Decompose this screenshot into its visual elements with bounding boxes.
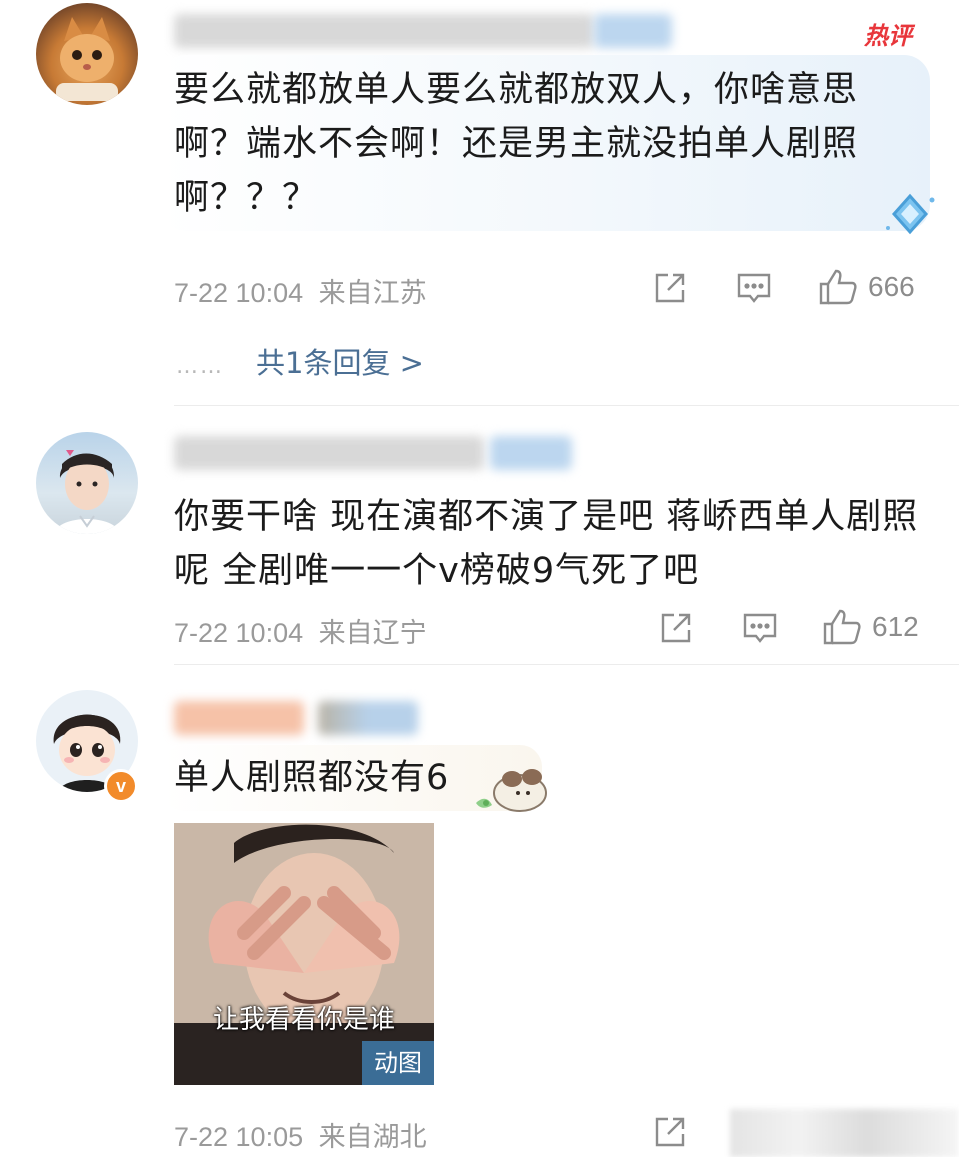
- share-button[interactable]: [652, 270, 688, 306]
- comment-text-line: 单人剧照都没有6: [174, 758, 450, 798]
- username-blurred[interactable]: [174, 14, 594, 48]
- comment-1: 热评 要么就都放单人要么就都放双人，你啥意思 啊？端水不会啊！还是男主就没拍单人…: [0, 0, 959, 405]
- comment-2: 你要干啥 现在演都不演了是吧 蒋峤西单人剧照 呢 全剧唯一一个v榜破9气死了吧 …: [0, 406, 959, 664]
- like-button[interactable]: 612: [822, 608, 919, 646]
- gif-caption: 让我看看你是谁: [212, 1005, 395, 1035]
- sheep-sticker-icon: [466, 763, 558, 827]
- comment-text-line: 要么就都放单人要么就都放双人，你啥意思: [174, 70, 859, 110]
- diamond-badge-icon: [882, 192, 938, 242]
- comment-text-line: 呢 全剧唯一一个v榜破9气死了吧: [174, 551, 700, 591]
- verified-v-icon: v: [104, 769, 138, 803]
- share-button[interactable]: [658, 610, 694, 646]
- comment-text-line: 你要干啥 现在演都不演了是吧 蒋峤西单人剧照: [174, 497, 919, 537]
- avatar-cat[interactable]: [36, 3, 138, 105]
- hot-comment-badge: 热评: [864, 22, 912, 50]
- replies-label: 共1条回复 >: [256, 346, 424, 380]
- blurred-actions-overlay: [730, 1109, 959, 1157]
- username-blurred[interactable]: [174, 436, 484, 470]
- user-badge-blurred: [318, 701, 418, 735]
- gif-tag: 动图: [362, 1041, 434, 1085]
- comment-location: 来自湖北: [318, 1122, 427, 1152]
- share-icon: [661, 613, 691, 643]
- username-blurred[interactable]: [174, 701, 304, 735]
- share-button[interactable]: [652, 1114, 688, 1150]
- comment-time: 7-22 10:05: [174, 1122, 304, 1152]
- reply-button[interactable]: [736, 270, 772, 306]
- share-icon: [655, 273, 685, 303]
- like-button[interactable]: 666: [818, 268, 915, 306]
- comment-3: v 单人剧照都没有6 让我看看你是谁 动图 7-22 10:05 来自湖北: [0, 665, 959, 1157]
- comment-location: 来自江苏: [318, 278, 427, 308]
- like-count: 612: [872, 611, 919, 642]
- comment-meta: 7-22 10:04 来自辽宁: [174, 611, 427, 650]
- like-icon: [823, 609, 861, 645]
- comment-text: 你要干啥 现在演都不演了是吧 蒋峤西单人剧照 呢 全剧唯一一个v榜破9气死了吧: [174, 490, 918, 598]
- user-badge-blurred: [594, 14, 672, 48]
- comment-meta: 7-22 10:04 来自江苏: [174, 271, 427, 310]
- comment-time: 7-22 10:04: [174, 278, 304, 308]
- comment-time: 7-22 10:04: [174, 618, 304, 648]
- comment-location: 来自辽宁: [318, 618, 427, 648]
- comment-text-line: 啊？？？: [174, 178, 319, 218]
- replies-dots: ……: [176, 354, 224, 379]
- comment-text-line: 啊？端水不会啊！还是男主就没拍单人剧照: [174, 124, 859, 164]
- share-icon: [655, 1117, 685, 1147]
- view-replies-link[interactable]: …… 共1条回复 >: [176, 340, 424, 382]
- gif-image[interactable]: 让我看看你是谁 动图: [174, 823, 434, 1085]
- comment-icon: [743, 613, 777, 643]
- user-badge-blurred: [490, 436, 572, 470]
- like-count: 666: [868, 271, 915, 302]
- comment-icon: [737, 273, 771, 303]
- comment-meta: 7-22 10:05 来自湖北: [174, 1115, 427, 1154]
- reply-button[interactable]: [742, 610, 778, 646]
- avatar-man[interactable]: [36, 432, 138, 534]
- comment-text: 要么就都放单人要么就都放双人，你啥意思 啊？端水不会啊！还是男主就没拍单人剧照 …: [174, 63, 858, 225]
- comment-text: 单人剧照都没有6: [174, 751, 449, 805]
- like-icon: [819, 269, 857, 305]
